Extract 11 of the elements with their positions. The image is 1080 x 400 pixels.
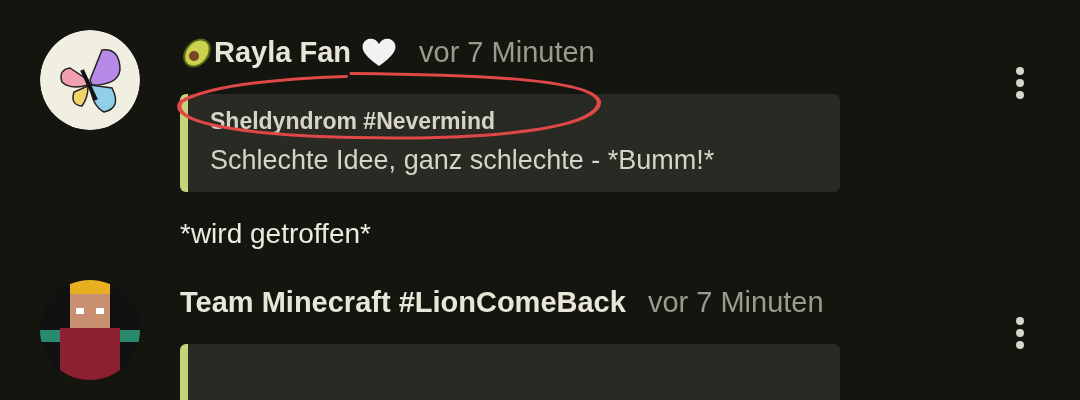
timestamp: vor 7 Minuten [647,285,824,319]
more-menu-icon[interactable] [1015,316,1025,350]
quote-text: Schlechte Idee, ganz schlechte - *Bumm!* [210,145,716,176]
timestamp: vor 7 Minuten [419,35,595,69]
author-name[interactable]: Rayla Fan [214,35,351,69]
more-menu-icon[interactable] [1015,66,1025,100]
heart-icon [361,36,397,68]
author-name[interactable]: Team Minecraft #LionComeBack [180,285,626,319]
comment-text: *wird getroffen* [180,218,372,250]
quote-title: Sheldyndrom #Nevermind [210,108,497,135]
avocado-icon [180,35,214,69]
